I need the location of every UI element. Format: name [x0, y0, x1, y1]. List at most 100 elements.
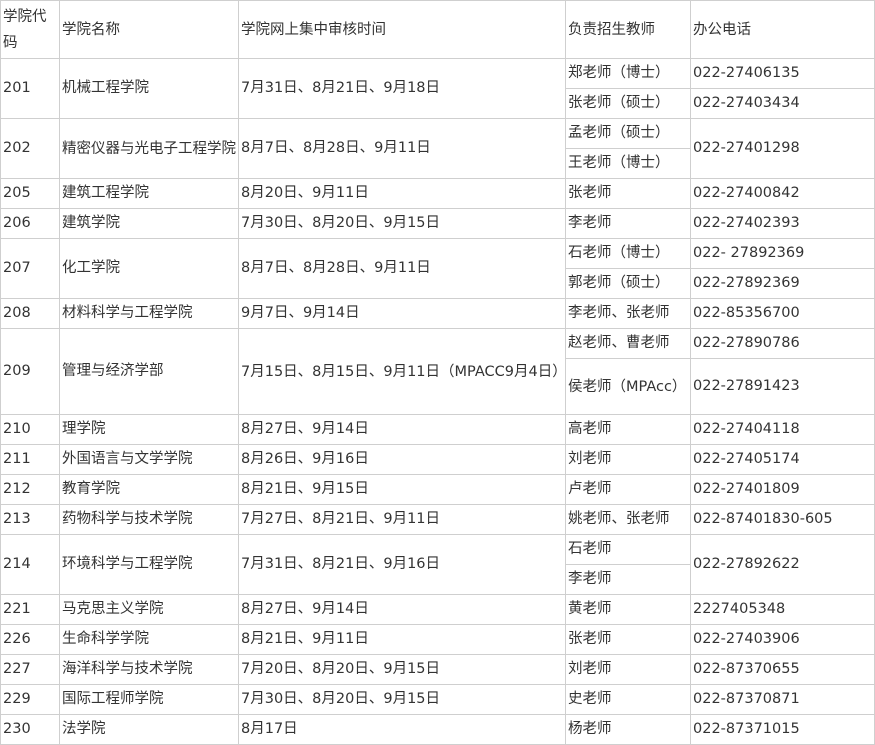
college-name: 化工学院	[59, 238, 239, 299]
office-phone: 022-27403906	[690, 624, 875, 655]
teacher-name: 李老师	[565, 208, 691, 239]
table-row: 206 建筑学院 7月30日、8月20日、9月15日 李老师 022-27402…	[0, 208, 875, 239]
college-code: 230	[0, 714, 60, 745]
table-row: 211 外国语言与文学学院 8月26日、9月16日 刘老师 022-274051…	[0, 444, 875, 475]
office-phone: 022-27892622	[690, 534, 875, 595]
college-code: 226	[0, 624, 60, 655]
header-name: 学院名称	[59, 0, 239, 59]
college-code: 227	[0, 654, 60, 685]
teacher-name: 黄老师	[565, 594, 691, 625]
review-time: 8月21日、9月15日	[238, 474, 566, 505]
header-phone: 办公电话	[690, 0, 875, 59]
table-row: 212 教育学院 8月21日、9月15日 卢老师 022-27401809	[0, 474, 875, 505]
college-name: 法学院	[59, 714, 239, 745]
college-name: 马克思主义学院	[59, 594, 239, 625]
office-phone: 022-87401830-605	[690, 504, 875, 535]
office-phone: 2227405348	[690, 594, 875, 625]
teacher-name: 张老师（硕士）	[565, 88, 691, 119]
teacher-name: 赵老师、曹老师	[565, 328, 691, 359]
college-code: 209	[0, 328, 60, 415]
teacher-name: 李老师	[565, 564, 691, 595]
office-phone: 022-87370655	[690, 654, 875, 685]
review-time: 7月30日、8月20日、9月15日	[238, 208, 566, 239]
office-phone: 022-27401298	[690, 118, 875, 179]
review-time: 7月20日、8月20日、9月15日	[238, 654, 566, 685]
college-name: 外国语言与文学学院	[59, 444, 239, 475]
table-row: 201 机械工程学院 7月31日、8月21日、9月18日 郑老师（博士） 022…	[0, 58, 875, 119]
office-phone: 022-27401809	[690, 474, 875, 505]
office-phone: 022-27890786	[690, 328, 875, 359]
review-time: 8月27日、9月14日	[238, 594, 566, 625]
office-phone: 022-27892369	[690, 268, 875, 299]
teacher-name: 侯老师（MPAcc）	[565, 358, 691, 415]
review-time: 7月31日、8月21日、9月18日	[238, 58, 566, 119]
office-phone: 022-27400842	[690, 178, 875, 209]
table-row: 205 建筑工程学院 8月20日、9月11日 张老师 022-27400842	[0, 178, 875, 209]
college-code: 212	[0, 474, 60, 505]
table-row: 210 理学院 8月27日、9月14日 高老师 022-27404118	[0, 414, 875, 445]
teacher-name: 郭老师（硕士）	[565, 268, 691, 299]
review-time: 8月20日、9月11日	[238, 178, 566, 209]
review-time: 8月21日、9月11日	[238, 624, 566, 655]
college-name: 材料科学与工程学院	[59, 298, 239, 329]
teacher-name: 史老师	[565, 684, 691, 715]
college-name: 理学院	[59, 414, 239, 445]
college-code: 214	[0, 534, 60, 595]
office-phone: 022-87370871	[690, 684, 875, 715]
review-time: 8月26日、9月16日	[238, 444, 566, 475]
college-name: 管理与经济学部	[59, 328, 239, 415]
college-code: 201	[0, 58, 60, 119]
teacher-name: 李老师、张老师	[565, 298, 691, 329]
teacher-name: 刘老师	[565, 654, 691, 685]
college-name: 药物科学与技术学院	[59, 504, 239, 535]
teacher-name: 杨老师	[565, 714, 691, 745]
review-time: 8月7日、8月28日、9月11日	[238, 238, 566, 299]
teacher-name: 孟老师（硕士）	[565, 118, 691, 149]
header-row: 学院代码 学院名称 学院网上集中审核时间 负责招生教师 办公电话	[0, 0, 875, 59]
teacher-name: 王老师（博士）	[565, 148, 691, 179]
table-row: 226 生命科学学院 8月21日、9月11日 张老师 022-27403906	[0, 624, 875, 655]
college-code: 206	[0, 208, 60, 239]
college-code: 210	[0, 414, 60, 445]
review-time: 8月17日	[238, 714, 566, 745]
review-time: 8月27日、9月14日	[238, 414, 566, 445]
college-name: 建筑学院	[59, 208, 239, 239]
office-phone: 022-27404118	[690, 414, 875, 445]
office-phone: 022-27405174	[690, 444, 875, 475]
college-name: 教育学院	[59, 474, 239, 505]
office-phone: 022-85356700	[690, 298, 875, 329]
header-teacher: 负责招生教师	[565, 0, 691, 59]
table-row: 214 环境科学与工程学院 7月31日、8月21日、9月16日 石老师 022-…	[0, 534, 875, 595]
review-time: 7月31日、8月21日、9月16日	[238, 534, 566, 595]
teacher-name: 张老师	[565, 178, 691, 209]
review-time: 7月15日、8月15日、9月11日（MPACC9月4日）	[238, 328, 566, 415]
college-code: 207	[0, 238, 60, 299]
college-name: 精密仪器与光电子工程学院	[59, 118, 239, 179]
college-code: 229	[0, 684, 60, 715]
office-phone: 022- 27892369	[690, 238, 875, 269]
header-time: 学院网上集中审核时间	[238, 0, 566, 59]
college-code: 221	[0, 594, 60, 625]
college-name: 生命科学学院	[59, 624, 239, 655]
review-time: 8月7日、8月28日、9月11日	[238, 118, 566, 179]
college-code: 205	[0, 178, 60, 209]
college-name: 机械工程学院	[59, 58, 239, 119]
review-time: 7月30日、8月20日、9月15日	[238, 684, 566, 715]
office-phone: 022-27891423	[690, 358, 875, 415]
college-name: 环境科学与工程学院	[59, 534, 239, 595]
office-phone: 022-27403434	[690, 88, 875, 119]
table-row: 213 药物科学与技术学院 7月27日、8月21日、9月11日 姚老师、张老师 …	[0, 504, 875, 535]
table-row: 208 材料科学与工程学院 9月7日、9月14日 李老师、张老师 022-853…	[0, 298, 875, 329]
header-code: 学院代码	[0, 0, 60, 59]
teacher-name: 刘老师	[565, 444, 691, 475]
college-code: 213	[0, 504, 60, 535]
teacher-name: 张老师	[565, 624, 691, 655]
table-row: 227 海洋科学与技术学院 7月20日、8月20日、9月15日 刘老师 022-…	[0, 654, 875, 685]
table-row: 229 国际工程师学院 7月30日、8月20日、9月15日 史老师 022-87…	[0, 684, 875, 715]
college-code: 211	[0, 444, 60, 475]
college-code: 208	[0, 298, 60, 329]
table-row: 202 精密仪器与光电子工程学院 8月7日、8月28日、9月11日 孟老师（硕士…	[0, 118, 875, 179]
review-time: 7月27日、8月21日、9月11日	[238, 504, 566, 535]
office-phone: 022-27402393	[690, 208, 875, 239]
teacher-name: 姚老师、张老师	[565, 504, 691, 535]
